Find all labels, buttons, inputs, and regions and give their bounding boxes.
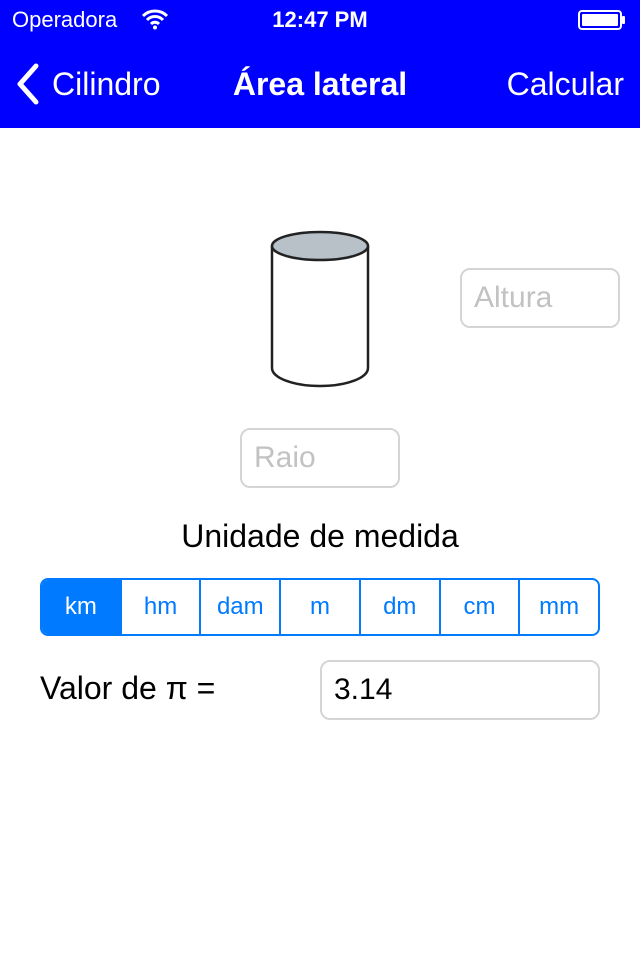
calculate-button[interactable]: Calcular bbox=[507, 40, 624, 128]
unit-selector: km hm dam m dm cm mm bbox=[40, 578, 600, 636]
status-time: 12:47 PM bbox=[272, 7, 368, 32]
unit-option-mm[interactable]: mm bbox=[518, 580, 598, 634]
unit-option-hm[interactable]: hm bbox=[119, 580, 200, 634]
pi-label: Valor de π = bbox=[40, 670, 216, 706]
unit-heading: Unidade de medida bbox=[181, 518, 459, 554]
unit-option-cm[interactable]: cm bbox=[438, 580, 519, 634]
pi-value-input[interactable] bbox=[320, 660, 600, 720]
height-input[interactable] bbox=[460, 268, 620, 328]
unit-option-km[interactable]: km bbox=[42, 580, 120, 634]
battery-icon bbox=[578, 10, 625, 30]
radius-input[interactable] bbox=[240, 428, 400, 488]
navigation-bar: Cilindro Área lateral Calcular bbox=[0, 40, 640, 128]
unit-option-dam[interactable]: dam bbox=[199, 580, 279, 634]
cylinder-illustration bbox=[270, 230, 370, 388]
top-bar: Operadora 12:47 PM Cilindro Área lateral… bbox=[0, 0, 640, 128]
status-bar: Operadora 12:47 PM bbox=[0, 0, 640, 40]
unit-option-m[interactable]: m bbox=[279, 580, 359, 634]
unit-option-dm[interactable]: dm bbox=[358, 580, 439, 634]
